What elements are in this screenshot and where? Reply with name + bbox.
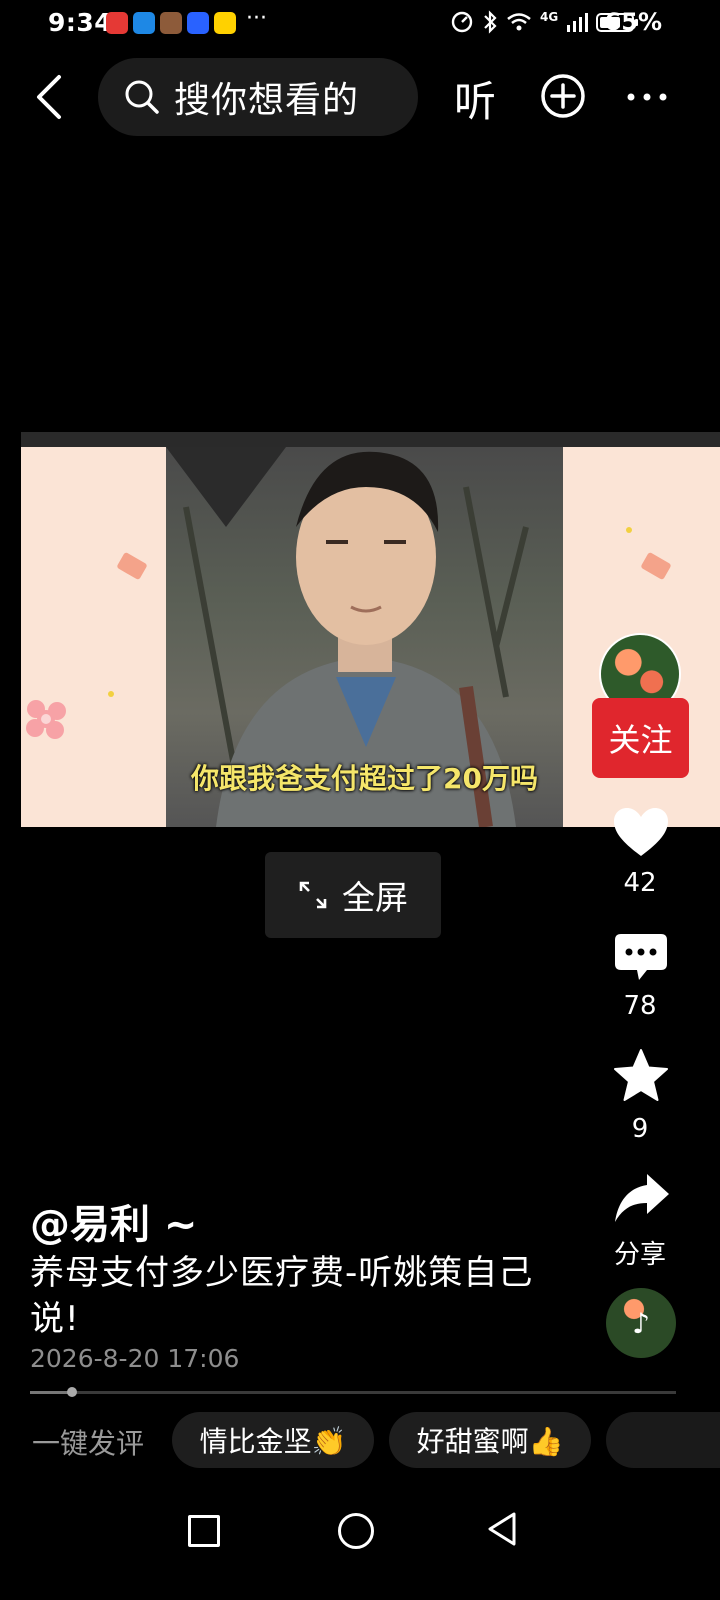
post-date: 2026-8-20 17:06 <box>30 1344 240 1373</box>
recent-apps-button[interactable] <box>188 1515 220 1547</box>
video-top-edge <box>21 432 720 447</box>
progress-bar[interactable] <box>30 1391 676 1394</box>
search-icon <box>125 80 159 114</box>
more-icon[interactable] <box>626 92 668 102</box>
home-button[interactable] <box>338 1513 374 1549</box>
favorite-count: 9 <box>631 1114 649 1144</box>
video-caption: 养母支付多少医疗费-听姚策自己说! <box>30 1253 534 1339</box>
search-input[interactable]: 搜你想看的 <box>98 58 418 136</box>
status-time: 9:34 <box>48 8 113 37</box>
share-label: 分享 <box>613 1240 666 1270</box>
search-placeholder: 搜你想看的 <box>174 80 360 121</box>
comment-count: 78 <box>623 991 657 1021</box>
notification-icons <box>106 12 236 34</box>
author-name[interactable]: @易利 ~ <box>30 1192 197 1250</box>
quick-comment-label: 一键发评 <box>32 1427 145 1460</box>
nav-back-icon[interactable] <box>486 1511 518 1547</box>
like-count: 42 <box>623 868 657 898</box>
favorite-star-icon[interactable] <box>612 1048 670 1104</box>
app-notification-icon <box>106 12 128 34</box>
follow-button[interactable]: 关注 <box>592 698 689 778</box>
video-subtitle: 你跟我爸支付超过了20万吗 <box>191 762 538 795</box>
add-circle-icon[interactable] <box>540 73 586 119</box>
music-disc[interactable]: ♪ <box>606 1288 676 1358</box>
wifi-icon <box>507 13 531 31</box>
bluetooth-icon <box>484 10 497 34</box>
quick-comment-chip[interactable]: 好甜蜜啊👍 <box>389 1412 591 1468</box>
progress-fill <box>30 1391 72 1394</box>
quick-comment-chip-partial[interactable] <box>606 1412 720 1468</box>
signal-icon <box>567 13 589 32</box>
meituan-icon <box>214 12 236 34</box>
music-note-icon: ♪ <box>632 1306 650 1340</box>
data-saver-icon <box>451 11 473 33</box>
app-notification-icon <box>160 12 182 34</box>
progress-handle[interactable] <box>67 1387 77 1397</box>
fullscreen-label: 全屏 <box>342 878 408 917</box>
status-more: ··· <box>246 6 267 31</box>
battery-percent: 65% <box>604 8 662 36</box>
fullscreen-button[interactable]: 全屏 <box>265 852 441 938</box>
network-type: 4G <box>540 10 559 24</box>
like-icon[interactable] <box>612 806 670 858</box>
comment-icon[interactable] <box>613 932 669 982</box>
back-icon[interactable] <box>34 74 64 120</box>
quick-comment-chip[interactable]: 情比金坚👏 <box>172 1412 374 1468</box>
listen-button[interactable]: 听 <box>454 68 496 129</box>
app-notification-icon <box>133 12 155 34</box>
baidu-icon <box>187 12 209 34</box>
video-content: 你跟我爸支付超过了20万吗 <box>166 447 563 827</box>
share-icon[interactable] <box>613 1172 671 1224</box>
expand-icon <box>299 881 327 909</box>
